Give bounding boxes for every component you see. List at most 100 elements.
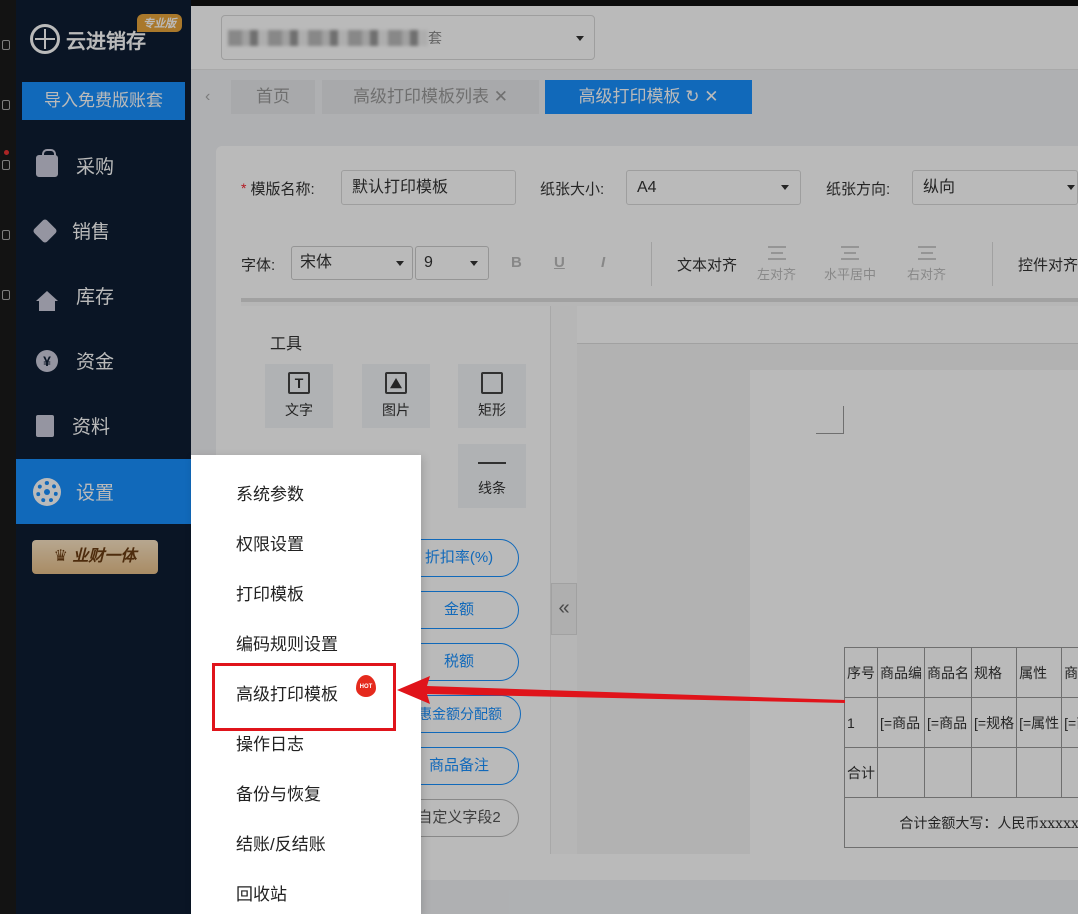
align-left-button[interactable]: 左对齐 [757,246,796,283]
sidebar-item-inventory[interactable]: 库存 [16,263,191,328]
sidebar-item-label: 销售 [72,222,111,243]
table-cell: [=规格 [970,697,1018,748]
control-align-label: 控件对齐 [1018,257,1078,274]
menu-item-operation-log[interactable]: 操作日志 [236,730,304,755]
tab-advanced-print-template-list[interactable]: 高级打印模板列表 ✕ [322,80,539,114]
table-cell: [=商品 [924,697,972,748]
sidebar-item-data[interactable]: 资料 [16,393,191,458]
table-cell: 商品名 [924,647,972,698]
menu-item-recycle-bin[interactable]: 回收站 [236,880,287,905]
menu-item-backup-restore[interactable]: 备份与恢复 [236,780,321,805]
sidebar-item-label: 设置 [76,483,115,504]
sidebar-item-settings[interactable]: 设置 [16,459,191,524]
margin-corner-marker [816,406,844,434]
document-icon [36,414,54,437]
template-name-label: 模版名称: [250,180,315,198]
align-right-button[interactable]: 右对齐 [907,246,946,283]
font-size-select[interactable]: 9 [415,246,489,280]
import-account-button[interactable]: 导入免费版账套 [22,82,185,120]
brand-name: 云进销存 [66,30,146,53]
menu-item-permissions[interactable]: 权限设置 [236,530,304,555]
canvas-ruler [577,306,1078,344]
tool-text[interactable]: T 文字 [265,364,333,428]
table-cell: 序号 [844,647,878,698]
sidebar-item-label: 库存 [76,287,115,308]
top-header: 套 [191,6,1078,70]
tool-rectangle[interactable]: 矩形 [458,364,526,428]
brand-logo[interactable]: 云进销存 [30,24,146,54]
table-cell: [=商品 [1061,697,1078,748]
text-icon: T [288,372,310,394]
account-set-select-value: 套 [428,30,442,46]
menu-item-code-rules[interactable]: 编码规则设置 [236,630,338,655]
table-header-row: 序号 商品编 商品名 规格 属性 商品编 商品 [844,647,1078,698]
paper-orientation-row: 纸张方向: [826,170,900,206]
align-center-icon [841,246,859,260]
finance-integration-button[interactable]: ♛ 业财一体 [32,540,158,574]
sidebar-item-sales[interactable]: 销售 [16,198,191,263]
chevron-down-icon [396,261,404,266]
highlight-box [212,663,396,731]
font-family-select[interactable]: 宋体 [291,246,413,280]
table-cell: [=属性 [1016,697,1063,748]
align-left-icon [767,246,786,260]
toolbar-divider [992,242,993,286]
redacted-account-name [228,30,428,46]
collapse-panel-button[interactable]: « [551,583,577,635]
table-total-row: 合计 [844,747,1078,798]
menu-item-system-params[interactable]: 系统参数 [236,480,304,505]
yen-coin-icon: ¥ [36,349,58,372]
dollar-tag-icon [32,217,58,244]
tab-scroll-left-icon[interactable]: ‹ [205,88,210,106]
close-icon[interactable]: ✕ [494,87,508,106]
chevron-down-icon [781,185,789,190]
refresh-icon[interactable]: ↻ [685,87,699,106]
align-right-icon [917,246,936,260]
image-icon: ⛰ [385,372,407,394]
template-name-input[interactable]: 默认打印模板 [341,170,516,205]
outer-left-edge [0,0,16,914]
tab-advanced-print-template[interactable]: 高级打印模板 ↻ ✕ [545,80,752,114]
print-items-table[interactable]: 序号 商品编 商品名 规格 属性 商品编 商品 1 [=商品 [=商品 [=规格… [843,647,1078,848]
sidebar-item-label: 采购 [76,157,115,178]
underline-button[interactable]: U [554,254,565,271]
gear-icon [36,480,58,503]
sidebar-item-purchase[interactable]: 采购 [16,133,191,198]
table-cell: 规格 [970,647,1018,698]
paper-orientation-select[interactable]: 纵向 [912,170,1078,205]
shopping-bag-icon [36,148,58,177]
chevron-down-icon [576,36,584,41]
chevron-down-icon [470,261,478,266]
sidebar-item-label: 资金 [76,352,115,373]
table-cell: 商品编 [877,647,925,698]
table-cell: [=商品 [877,697,925,748]
amount-in-words-row: 合计金额大写：人民币xxxxxx [843,797,1078,848]
table-cell: 商品编 [1061,647,1078,698]
text-align-label: 文本对齐 [677,257,738,274]
align-center-button[interactable]: 水平居中 [824,246,876,283]
tool-image[interactable]: ⛰ 图片 [362,364,430,428]
edition-badge: 专业版 [137,14,182,32]
tab-bar: ‹ 首页 高级打印模板列表 ✕ 高级打印模板 ↻ ✕ [191,70,1078,120]
tool-line[interactable]: 线条 [458,444,526,508]
paper-size-select[interactable]: A4 [626,170,801,205]
amount-in-words: 合计金额大写：人民币xxxxxx [843,797,1078,848]
close-icon[interactable]: ✕ [704,87,718,106]
table-cell: 属性 [1016,647,1063,698]
account-set-select[interactable]: 套 [221,15,595,60]
paper-size-label: 纸张大小: [540,180,605,198]
sidebar-item-funds[interactable]: ¥ 资金 [16,328,191,393]
rectangle-icon [481,372,503,394]
bold-button[interactable]: B [511,254,522,271]
font-label: 字体: [241,257,276,274]
designer-toolbar: 字体: 宋体 9 B U I 文本对齐 左对齐 水平居中 右对齐 控件对齐 [241,226,1078,302]
line-icon [478,462,506,464]
italic-button[interactable]: I [601,254,605,271]
paper-size-row: 纸张大小: [540,170,614,206]
template-name-row: * 模版名称: [241,170,325,206]
sidebar: 云进销存 专业版 导入免费版账套 采购 销售 库存 ¥ 资金 资料 设置 ♛ 业… [16,0,191,914]
menu-item-print-template[interactable]: 打印模板 [236,580,304,605]
menu-item-closing[interactable]: 结账/反结账 [236,830,326,855]
tab-home[interactable]: 首页 [231,80,315,114]
table-cell: 合计 [844,747,878,798]
